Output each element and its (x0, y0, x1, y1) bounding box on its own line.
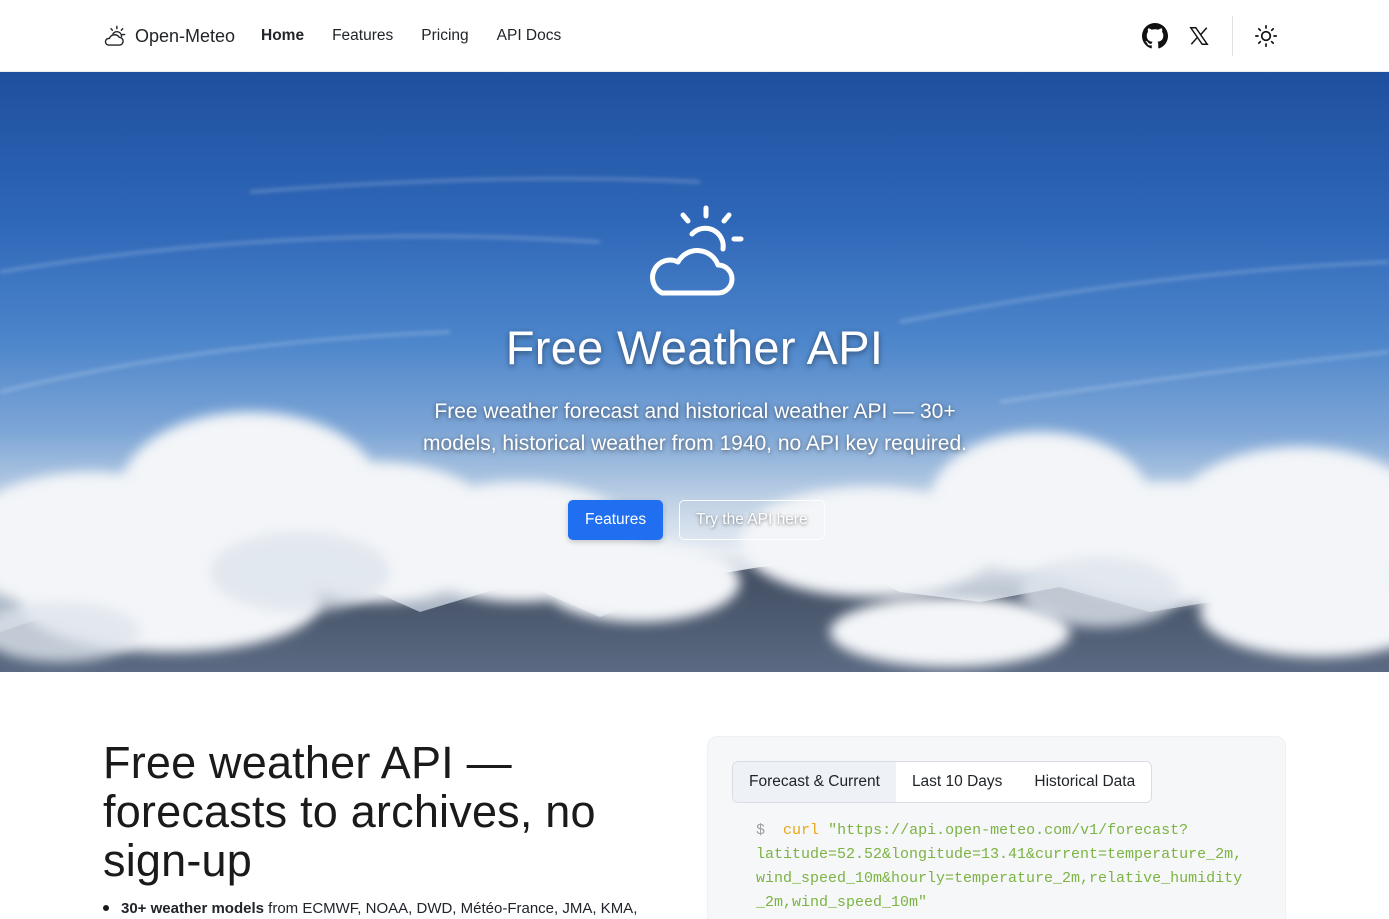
hero-subtitle: Free weather forecast and historical wea… (423, 400, 967, 455)
tab-historical-data[interactable]: Historical Data (1018, 762, 1151, 802)
list-item: 30+ weather models from ECMWF, NOAA, DWD… (103, 900, 683, 917)
github-link[interactable] (1142, 23, 1168, 49)
brand-link[interactable]: Open-Meteo (102, 22, 235, 50)
main-nav: Home Features Pricing API Docs (261, 24, 589, 48)
code-command: curl (783, 822, 820, 839)
feature-list: 30+ weather models from ECMWF, NOAA, DWD… (103, 900, 683, 917)
nav-right (1124, 16, 1279, 56)
code-line: "https://api.open-meteo.com/v1/forecast? (828, 822, 1189, 839)
weather-logo-icon (650, 205, 744, 296)
github-icon (1142, 23, 1168, 49)
hero-banner: Free Weather API Free weather forecast a… (0, 72, 1389, 672)
nav-link-home[interactable]: Home (261, 24, 304, 48)
code-line: wind_speed_10m&hourly=temperature_2m,rel… (756, 870, 1243, 887)
sun-cloud-logo-icon (104, 25, 126, 46)
code-snippet: $ curl "https://api.open-meteo.com/v1/fo… (756, 819, 1242, 915)
x-twitter-link[interactable] (1186, 23, 1212, 49)
sun-theme-icon (1254, 24, 1278, 48)
code-tabs: Forecast & Current Last 10 Days Historic… (732, 761, 1153, 803)
tab-last-10-days[interactable]: Last 10 Days (896, 762, 1018, 802)
x-twitter-icon (1189, 27, 1209, 45)
code-line: _2m,wind_speed_10m" (756, 894, 928, 911)
feature-text: 30+ weather models from ECMWF, NOAA, DWD… (121, 900, 637, 917)
brand-name: Open-Meteo (135, 25, 236, 46)
feature-rest: from ECMWF, NOAA, DWD, Météo-France, JMA… (263, 900, 638, 917)
section-title: Free weather API — forecasts to archives… (103, 737, 596, 886)
bullet (103, 905, 109, 911)
hero-title: Free Weather API (505, 321, 884, 374)
nav-link-pricing[interactable]: Pricing (421, 24, 468, 48)
code-line: latitude=52.52&longitude=13.41&current=t… (756, 846, 1243, 863)
navbar: Open-Meteo Home Features Pricing API Doc… (0, 0, 1389, 72)
code-prompt: $ (756, 822, 766, 839)
nav-link-api-docs[interactable]: API Docs (497, 24, 562, 48)
theme-toggle-button[interactable] (1253, 23, 1279, 49)
feature-bold: 30+ weather models (121, 900, 264, 917)
features-button[interactable]: Features (568, 500, 664, 540)
nav-link-features[interactable]: Features (332, 24, 393, 48)
nav-divider (1232, 16, 1233, 56)
try-api-button[interactable]: Try the API here (679, 500, 825, 540)
code-example-card: Forecast & Current Last 10 Days Historic… (707, 736, 1286, 919)
tab-forecast-current[interactable]: Forecast & Current (733, 762, 896, 802)
hero-buttons: Features Try the API here (568, 500, 825, 540)
